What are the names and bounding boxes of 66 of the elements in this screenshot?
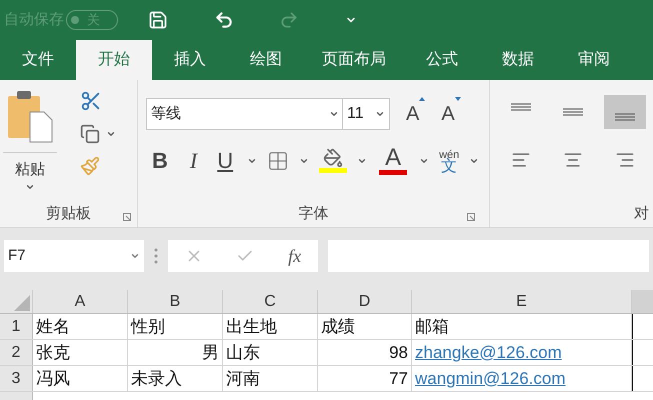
ribbon-tab[interactable]: 数据	[480, 40, 556, 80]
caret-icon[interactable]	[130, 251, 140, 261]
borders-icon[interactable]	[267, 150, 290, 172]
table-cell: 山东	[223, 340, 318, 365]
grow-font-button[interactable]: A	[400, 99, 426, 129]
table-cell: 98	[318, 340, 412, 365]
italic-button[interactable]: I	[184, 144, 204, 177]
ribbon-tab[interactable]: 插入	[152, 40, 228, 80]
more-icon	[154, 248, 158, 264]
table-cell: wangmin@126.com	[412, 366, 632, 391]
copy-icon[interactable]	[80, 124, 100, 144]
align-top-icon	[510, 103, 532, 111]
table-cell: 男	[128, 340, 223, 365]
toggle-label: 关	[87, 11, 100, 30]
font-size-field[interactable]: 11	[342, 98, 390, 130]
table-cell: 姓名	[33, 314, 128, 339]
save-icon[interactable]	[148, 10, 168, 30]
table-cell: 出生地	[223, 314, 318, 339]
align-bottom-icon	[614, 113, 636, 121]
table-cell: 性别	[128, 314, 223, 339]
cut-icon[interactable]	[80, 90, 102, 112]
dialog-launcher-icon[interactable]	[467, 213, 475, 221]
ribbon-tab[interactable]: 页面布局	[304, 40, 404, 80]
font-color-button[interactable]: A	[377, 146, 410, 175]
table-cell: 邮箱	[412, 314, 632, 339]
ribbon-tab[interactable]: 开始	[76, 40, 152, 80]
paste-icon[interactable]	[6, 90, 54, 144]
row-header[interactable]: 2	[0, 340, 33, 365]
ribbon-tab[interactable]: 文件	[0, 40, 76, 80]
bold-button[interactable]: B	[146, 144, 174, 177]
caret-icon[interactable]	[329, 109, 339, 119]
caret-icon[interactable]	[106, 129, 116, 139]
column-header[interactable]: B	[128, 290, 223, 313]
vertical-align-button[interactable]	[604, 95, 646, 129]
fill-color-icon[interactable]	[319, 148, 348, 173]
font-name-field[interactable]: 等线	[146, 98, 344, 130]
phonetic-button[interactable]: wén 文	[439, 148, 460, 172]
table-cell: 77	[318, 366, 412, 391]
undo-icon[interactable]	[214, 10, 234, 30]
ribbon-tab[interactable]: 公式	[404, 40, 480, 80]
table-cell: 冯风	[33, 366, 128, 391]
caret-icon[interactable]	[375, 109, 385, 119]
group-label: 对	[634, 204, 649, 224]
shrink-font-button[interactable]: A	[435, 99, 461, 129]
paste-label[interactable]: 粘贴	[15, 159, 45, 182]
group-label: 字体	[298, 204, 328, 224]
table-cell: 河南	[223, 366, 318, 391]
insert-function-button[interactable]: fx	[288, 242, 302, 270]
autosave-label: 自动保存	[4, 10, 64, 30]
column-header[interactable]: A	[33, 290, 128, 313]
formula-input[interactable]	[328, 240, 649, 272]
table-cell: 成绩	[318, 314, 412, 339]
group-label: 剪贴板	[46, 204, 91, 224]
row-header[interactable]: 1	[0, 314, 33, 339]
underline-button[interactable]: U	[213, 144, 238, 177]
row-header[interactable]: 3	[0, 366, 33, 391]
ribbon-tab[interactable]: 审阅	[556, 40, 632, 80]
column-header[interactable]: D	[318, 290, 412, 313]
dialog-launcher-icon[interactable]	[123, 213, 131, 221]
table-cell: 未录入	[128, 366, 223, 391]
table-cell: 张克	[33, 340, 128, 365]
ribbon-tab[interactable]: 绘图	[228, 40, 304, 80]
name-box[interactable]: F7	[4, 240, 144, 272]
table-cell: zhangke@126.com	[412, 340, 632, 365]
column-header[interactable]: C	[223, 290, 318, 313]
align-middle-icon	[562, 108, 584, 116]
